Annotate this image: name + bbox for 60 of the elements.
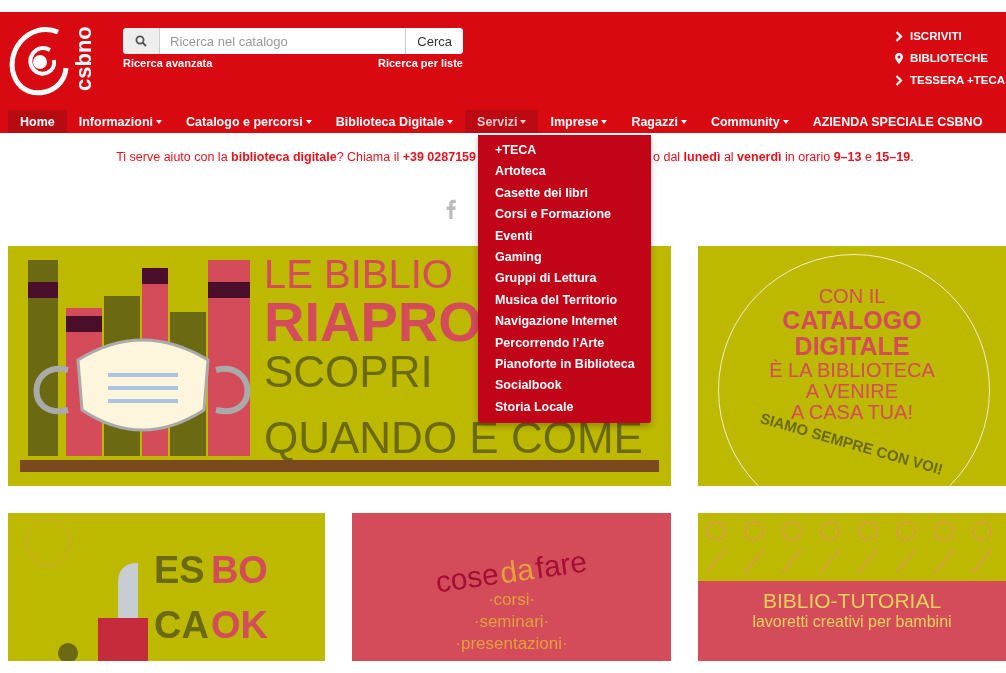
nav-tab[interactable]: Servizi bbox=[465, 110, 539, 133]
menu-item[interactable]: Artoteca bbox=[478, 161, 651, 183]
banner-text: CATALOGO bbox=[782, 307, 922, 334]
logo-swirl-icon bbox=[8, 24, 70, 98]
banner-text: ·corsi· bbox=[487, 590, 536, 611]
caret-icon bbox=[520, 119, 527, 124]
menu-item[interactable]: Corsi e Formazione bbox=[478, 204, 651, 226]
caret-icon bbox=[305, 119, 312, 124]
menu-item[interactable]: Storia Locale bbox=[478, 396, 651, 419]
menu-item[interactable]: Gruppi di Lettura bbox=[478, 268, 651, 290]
menu-item[interactable]: Casette dei libri bbox=[478, 182, 651, 205]
banner-headline: LE BIBLIO bbox=[264, 254, 453, 294]
banner-text: ES bbox=[154, 551, 206, 593]
banner-text: DIGITALE bbox=[794, 333, 910, 360]
chevron-right-icon bbox=[895, 30, 903, 42]
menu-item[interactable]: Socialbook bbox=[478, 375, 651, 397]
menu-item[interactable]: Pianoforte in Biblioteca bbox=[478, 354, 651, 376]
banner-card[interactable]: BIBLIO-TUTORIAL lavoretti creativi per bambini bbox=[698, 513, 1006, 661]
caret-icon bbox=[782, 119, 789, 124]
caret-icon bbox=[156, 119, 163, 124]
facebook-icon[interactable] bbox=[446, 199, 456, 219]
nav-tab[interactable]: Home bbox=[8, 110, 67, 133]
search-icon bbox=[135, 35, 147, 47]
banner-text: BIBLIO-TUTORIAL bbox=[762, 589, 942, 613]
caret-icon bbox=[447, 119, 454, 124]
nav-tab[interactable]: Catalogo e percorsi bbox=[174, 110, 324, 133]
banner-text: OK bbox=[210, 606, 268, 648]
menu-item[interactable]: Gaming bbox=[478, 247, 651, 269]
nav-tab[interactable]: Ragazzi bbox=[619, 110, 699, 133]
banner-text: BO bbox=[210, 551, 268, 593]
banner-card[interactable]: ES BO CAOK bbox=[8, 513, 325, 661]
banner-text: lavoretti creativi per bambini bbox=[752, 613, 952, 631]
menu-item[interactable]: Eventi bbox=[478, 225, 651, 248]
search-link[interactable]: Ricerca per liste bbox=[378, 57, 463, 69]
nav-tab[interactable]: Biblioteca Digitale bbox=[323, 110, 466, 133]
search-field[interactable]: Ricerca nel catalogo Cerca bbox=[123, 28, 463, 54]
help-notice: o dal lunedì al venerdì in orario 9–13 e 15–19. bbox=[653, 150, 915, 164]
nav-tab[interactable]: Imprese bbox=[538, 110, 620, 133]
menu-item[interactable]: +TECA bbox=[478, 140, 651, 162]
banner-text: A VENIRE bbox=[805, 380, 899, 402]
nav-tab[interactable]: Informazioni bbox=[66, 110, 175, 133]
banner-text: CON IL bbox=[818, 286, 886, 307]
nav-tab[interactable]: AZIENDA SPECIALE CSBNO bbox=[800, 110, 995, 133]
banner-text: È LA BIBLIOTECA bbox=[769, 359, 935, 381]
nav-tab[interactable]: Community bbox=[698, 110, 801, 133]
header-link[interactable]: ISCRIVITI bbox=[895, 30, 1006, 42]
caret-icon bbox=[601, 119, 608, 124]
banner-text: ·seminari· bbox=[473, 611, 550, 634]
banner-text: CA bbox=[154, 606, 209, 648]
help-notice: Ti serve aiuto con la biblioteca digitale? Chiama il +39 0287159 bbox=[115, 150, 476, 164]
caret-icon bbox=[680, 119, 687, 124]
search-button[interactable]: Cerca bbox=[405, 28, 463, 54]
banner-headline: SCOPRI bbox=[264, 350, 433, 394]
header-link[interactable]: BIBLIOTECHE bbox=[895, 52, 1006, 64]
banner-title: da bbox=[498, 552, 536, 591]
header-link[interactable]: TESSERA +TECA bbox=[895, 74, 1006, 86]
search-link[interactable]: Ricerca avanzata bbox=[123, 57, 213, 69]
chevron-right-icon bbox=[895, 74, 903, 86]
banner-text: ·presentazioni· bbox=[455, 633, 568, 656]
map-pin-icon bbox=[895, 52, 903, 64]
